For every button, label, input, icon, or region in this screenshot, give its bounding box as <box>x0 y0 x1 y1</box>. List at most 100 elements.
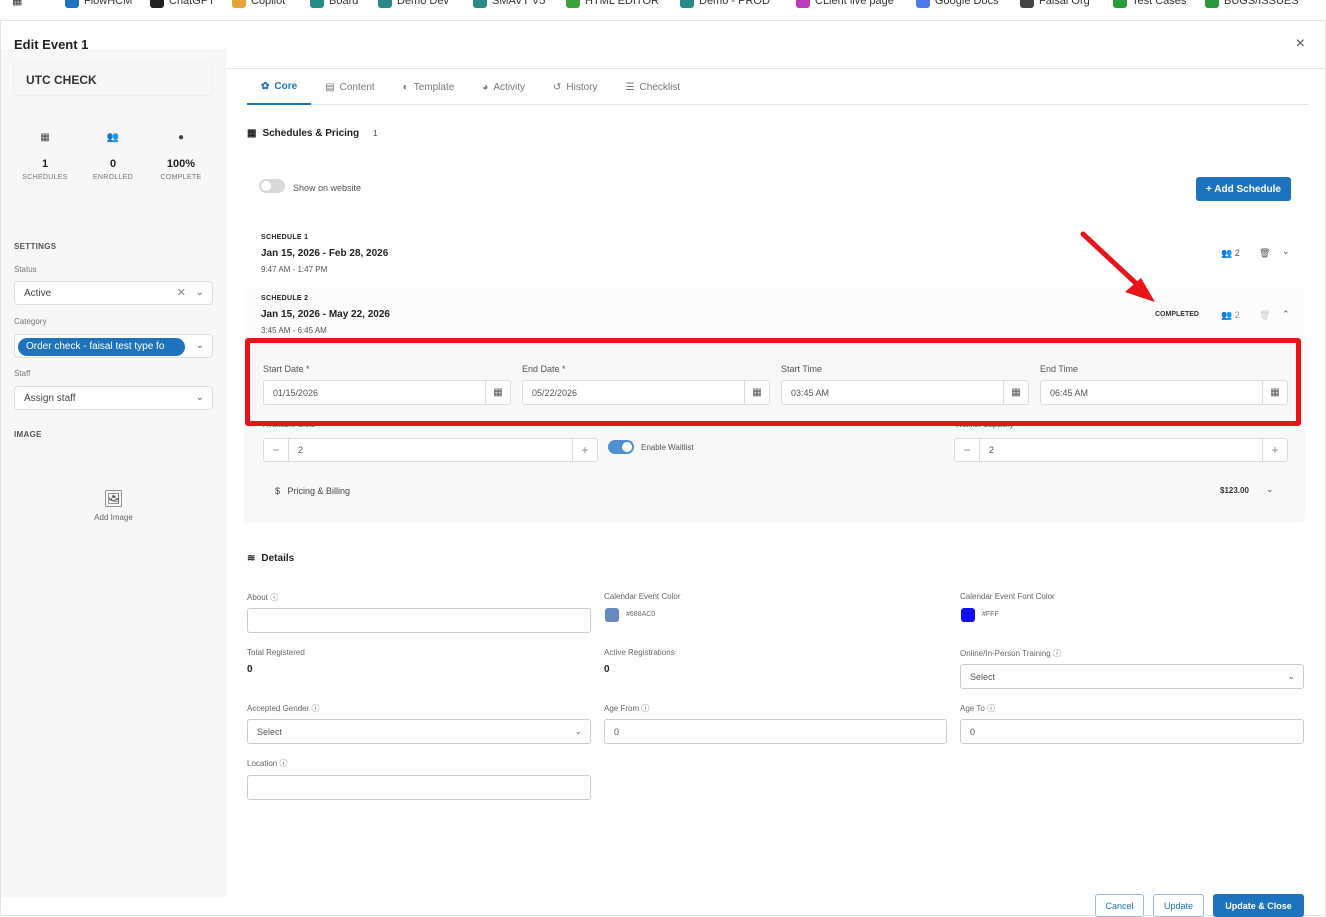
bookmark-bugs-issues[interactable]: BUGS/ISSUES <box>1205 0 1299 8</box>
active-registrations-value: 0 <box>604 664 610 675</box>
highlight-annotation <box>245 338 1301 426</box>
chevron-down-icon[interactable]: ⌄ <box>1266 484 1274 495</box>
bookmark-copilot[interactable]: Copilot <box>232 0 285 8</box>
bookmark-chatgpt[interactable]: ChatGPT <box>150 0 215 8</box>
bookmark-google-docs[interactable]: Google Docs <box>916 0 999 8</box>
chevron-up-icon[interactable]: ⌃ <box>1282 309 1290 320</box>
minus-icon[interactable]: − <box>955 439 980 461</box>
chevron-down-icon: ⌄ <box>574 726 582 736</box>
bookmark-smavt-v5[interactable]: SMAVT V5 <box>473 0 545 8</box>
bookmark-icon <box>232 0 246 8</box>
info-icon: ⓘ <box>987 704 995 713</box>
close-icon[interactable]: × <box>1296 35 1305 53</box>
plus-icon[interactable]: + <box>572 439 597 461</box>
tab-activity[interactable]: ◕ Activity <box>468 69 539 105</box>
enable-waitlist-label: Enable Waitlist <box>641 443 694 452</box>
trash-icon[interactable]: 🗑 <box>1259 248 1270 259</box>
bookmark-icon <box>1113 0 1127 8</box>
calendar-color-swatch[interactable] <box>605 608 619 622</box>
category-tag[interactable]: Order check - faisal test type fo <box>18 338 185 356</box>
bookmark-demo-dev[interactable]: Demo Dev <box>378 0 449 8</box>
bookmark-icon <box>916 0 930 8</box>
tab-content[interactable]: ▤ Content <box>311 69 388 105</box>
age-from-input[interactable]: 0 <box>604 719 947 744</box>
bookmark-label: CLient live page <box>815 0 894 7</box>
apps-grid-icon[interactable]: ▦ <box>12 0 22 7</box>
info-icon: ⓘ <box>641 704 650 713</box>
update-close-button[interactable]: Update & Close <box>1213 894 1304 917</box>
stat-value: 0 <box>109 158 117 170</box>
gender-select[interactable]: Select ⌄ <box>247 719 591 744</box>
tab-history[interactable]: ↺ History <box>539 69 612 105</box>
bookmark-board[interactable]: Board <box>310 0 358 8</box>
bookmark-label: Google Docs <box>935 0 999 7</box>
calendar-font-color-label: Calendar Event Font Color <box>960 592 1055 601</box>
location-input[interactable] <box>247 775 591 800</box>
tab-template[interactable]: ◐ Template <box>389 69 469 105</box>
bookmark-icon <box>796 0 810 8</box>
training-select[interactable]: Select ⌄ <box>960 664 1304 689</box>
age-to-label-text: Age To <box>960 704 985 713</box>
cancel-button[interactable]: Cancel <box>1095 894 1144 917</box>
status-badge: COMPLETED <box>1155 311 1199 318</box>
bookmark-faisal-org[interactable]: Faisal Org <box>1020 0 1090 8</box>
age-to-input[interactable]: 0 <box>960 719 1304 744</box>
clear-icon[interactable]: ✕ <box>177 286 186 299</box>
minus-icon[interactable]: − <box>264 439 289 461</box>
category-select[interactable]: Order check - faisal test type fo ⌄ <box>14 334 213 358</box>
calendar-icon: ▦ <box>40 132 50 143</box>
training-value: Select <box>970 672 996 682</box>
info-icon: ⓘ <box>279 759 288 768</box>
tab-checklist[interactable]: ☰ Checklist <box>612 69 695 105</box>
dollar-icon: $ <box>275 486 281 496</box>
waitlist-capacity-stepper[interactable]: − 2 + <box>954 438 1288 462</box>
schedule-2-times: 3:45 AM - 6:45 AM <box>261 326 327 335</box>
stat-label: ENROLLED <box>92 174 134 181</box>
image-icon: 🖼 <box>103 491 124 508</box>
bookmark-label: ChatGPT <box>169 0 215 7</box>
calendar-font-color-value: #FFF <box>982 611 999 618</box>
chevron-down-icon[interactable]: ⌄ <box>1282 246 1290 257</box>
training-label: Online/In-Person Training ⓘ <box>960 648 1061 659</box>
available-slots-stepper[interactable]: − 2 + <box>263 438 598 462</box>
update-button[interactable]: Update <box>1153 894 1204 917</box>
bookmark-html-editor[interactable]: HTML EDITOR <box>566 0 659 8</box>
add-image-label: Add Image <box>94 513 133 522</box>
bookmark-flowhcm[interactable]: FlowHCM <box>65 0 132 8</box>
tab-label: Checklist <box>639 81 681 93</box>
calendar-color-value: #688AC0 <box>626 611 656 618</box>
available-slots-value: 2 <box>298 445 304 455</box>
schedule-1-enrolled-count: 2 <box>1234 248 1240 258</box>
checklist-icon: ☰ <box>625 81 635 93</box>
staff-select[interactable]: Assign staff ⌄ <box>14 386 213 410</box>
show-on-website-toggle[interactable] <box>259 179 285 193</box>
about-input[interactable] <box>247 608 591 633</box>
users-icon: 👥 <box>1221 310 1233 320</box>
bookmark-icon <box>1205 0 1219 8</box>
bookmark-test-cases[interactable]: Test Cases <box>1113 0 1186 8</box>
add-image-button[interactable]: 🖼 Add Image <box>71 489 156 522</box>
bookmark-client-live-page[interactable]: CLient live page <box>796 0 894 8</box>
tab-label: Activity <box>493 81 526 93</box>
calendar-color-label: Calendar Event Color <box>604 592 681 601</box>
status-select[interactable]: Active ✕ ⌄ <box>14 281 213 305</box>
pricing-billing-toggle[interactable]: $ Pricing & Billing <box>275 486 350 496</box>
chevron-down-icon[interactable]: ⌄ <box>196 340 204 351</box>
schedules-count: 1 <box>373 129 378 138</box>
bookmark-icon <box>310 0 324 8</box>
bookmark-label: Faisal Org <box>1039 0 1090 7</box>
calendar-font-color-swatch[interactable] <box>961 608 975 622</box>
add-schedule-button[interactable]: + Add Schedule <box>1196 177 1291 201</box>
pricing-billing-label: Pricing & Billing <box>287 486 351 496</box>
total-registered-label: Total Registered <box>247 648 305 657</box>
bookmark-demo-prod[interactable]: Demo - PROD <box>680 0 770 8</box>
stat-value: 100% <box>166 158 196 170</box>
training-label-text: Online/In-Person Training <box>960 649 1051 658</box>
tab-core[interactable]: ✿ Core <box>247 69 312 105</box>
details-heading: ≋ Details <box>247 553 294 564</box>
chevron-down-icon[interactable]: ⌄ <box>196 392 204 403</box>
plus-icon[interactable]: + <box>1262 439 1287 461</box>
chevron-down-icon[interactable]: ⌄ <box>196 287 204 298</box>
enable-waitlist-toggle[interactable] <box>608 440 634 454</box>
chevron-down-icon: ⌄ <box>1287 671 1295 681</box>
